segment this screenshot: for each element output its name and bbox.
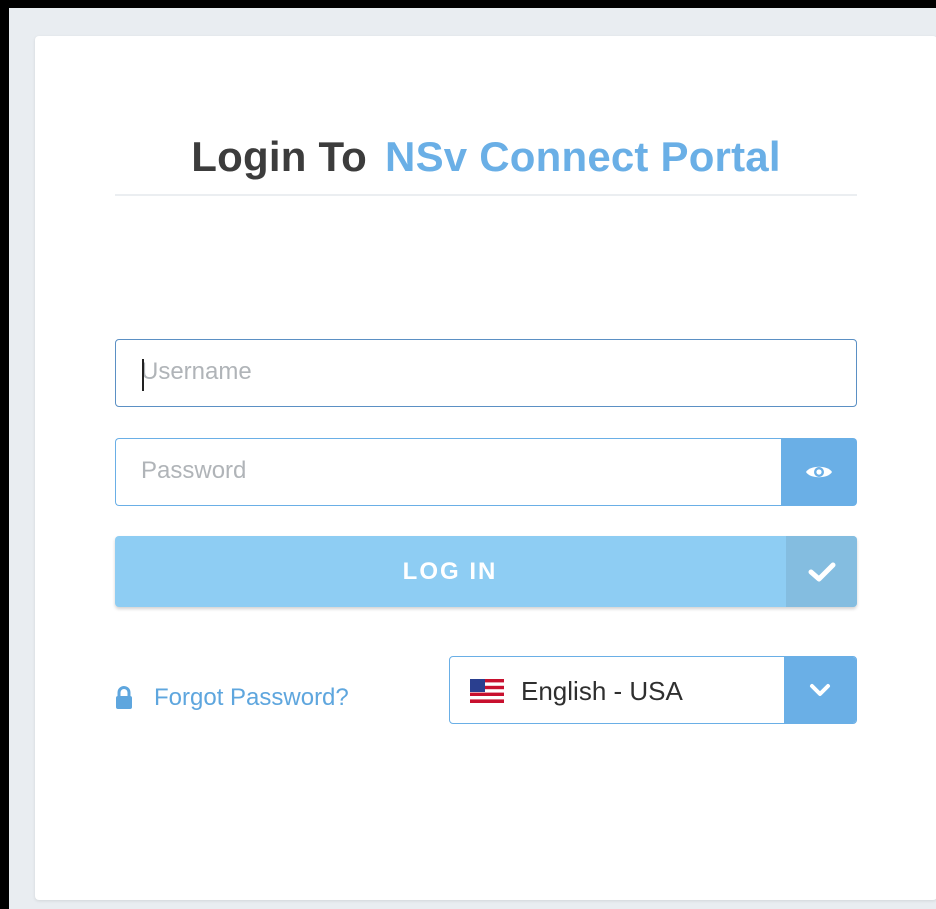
- language-selected-value: English - USA: [521, 676, 683, 706]
- login-button[interactable]: LOG IN: [115, 536, 857, 607]
- login-button-label: LOG IN: [402, 558, 498, 585]
- show-password-button[interactable]: [781, 438, 857, 506]
- title-prefix: Login To: [191, 133, 368, 180]
- password-input[interactable]: Password: [115, 438, 781, 506]
- password-placeholder: Password: [141, 457, 247, 484]
- login-card: Login To NSv Connect Portal Username Pass…: [35, 36, 936, 900]
- eye-icon: [806, 466, 832, 478]
- title-portal-name: NSv Connect Portal: [385, 133, 781, 180]
- forgot-password-label: Forgot Password?: [154, 684, 349, 711]
- chevron-down-icon[interactable]: [784, 657, 856, 723]
- title-divider: [115, 194, 857, 196]
- lock-icon: [115, 686, 133, 710]
- text-cursor: [142, 359, 144, 391]
- forgot-password-link[interactable]: Forgot Password?: [115, 676, 349, 720]
- language-select[interactable]: English - USA: [449, 656, 857, 724]
- username-input[interactable]: Username: [115, 339, 857, 407]
- check-icon: [786, 536, 857, 607]
- page-frame: Login To NSv Connect Portal Username Pass…: [0, 0, 936, 909]
- page-title: Login To NSv Connect Portal: [35, 133, 936, 181]
- username-placeholder: Username: [141, 358, 252, 385]
- us-flag-icon: [470, 679, 504, 703]
